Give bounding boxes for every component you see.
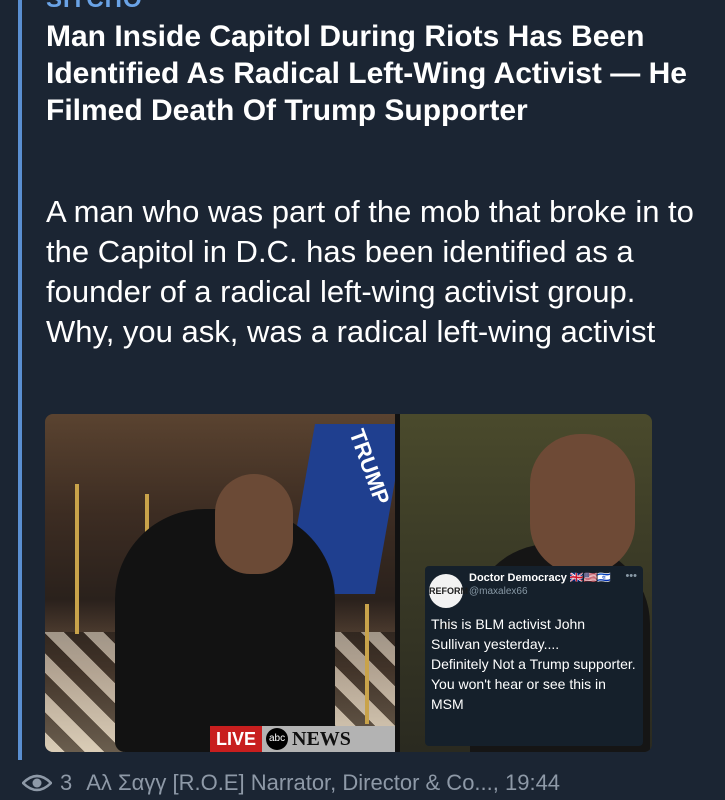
stanchion-post xyxy=(365,604,369,724)
man-face-closeup xyxy=(530,434,635,574)
capitol-photo: TRUMP LIVE abc NEWS xyxy=(45,414,405,752)
news-label: NEWS xyxy=(292,727,351,750)
tweet-flags: 🇬🇧🇺🇸🇮🇱 xyxy=(569,572,611,584)
abc-logo-icon: abc xyxy=(266,728,289,750)
news-lower-third: LIVE abc NEWS xyxy=(210,726,402,752)
stanchion-post xyxy=(75,484,79,634)
article-description: A man who was part of the mob that broke… xyxy=(46,194,703,349)
tweet-card: REFORM UK Doctor Democracy 🇬🇧🇺🇸🇮🇱 @maxal… xyxy=(425,566,643,746)
more-icon: ••• xyxy=(625,570,637,582)
message-footer: 3 Αλ Σαγγ [R.O.E] Narrator, Director & C… xyxy=(22,766,560,800)
site-name[interactable]: SITCHO xyxy=(46,0,143,14)
view-count: 3 xyxy=(60,770,73,795)
tweet-body: This is BLM activist John Sullivan yeste… xyxy=(431,616,636,712)
live-label: LIVE xyxy=(210,726,263,752)
link-preview-image[interactable]: TRUMP LIVE abc NEWS REFORM UK Doctor Dem… xyxy=(45,414,652,752)
message-accent-bar xyxy=(18,0,22,760)
tweet-author-name-text: Doctor Democracy xyxy=(469,572,567,584)
reform-uk-avatar: REFORM UK xyxy=(429,574,468,630)
tweet-author-name: Doctor Democracy 🇬🇧🇺🇸🇮🇱 xyxy=(469,571,611,584)
man-face xyxy=(215,474,293,574)
eye-icon xyxy=(22,774,52,792)
article-title[interactable]: Man Inside Capitol During Riots Has Been… xyxy=(46,18,696,129)
tweet-handle: @maxalex66 xyxy=(469,586,528,597)
author-and-time[interactable]: Αλ Σαγγ [R.O.E] Narrator, Director & Co.… xyxy=(86,770,560,796)
